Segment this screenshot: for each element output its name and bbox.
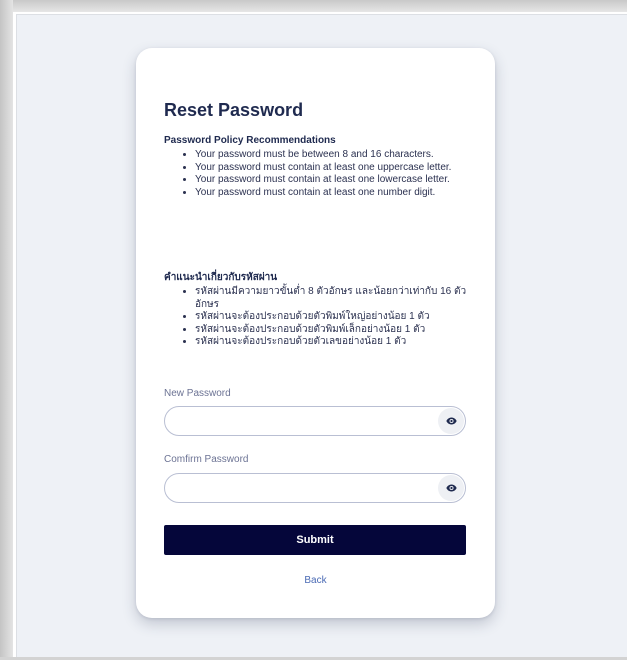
back-link[interactable]: Back [136, 575, 495, 586]
eye-icon [445, 417, 457, 425]
password-policy-english: Password Policy Recommendations Your pas… [164, 134, 474, 199]
new-password-input[interactable] [177, 413, 431, 431]
policy-item: รหัสผ่านจะต้องประกอบด้วยตัวพิมพ์ใหญ่อย่า… [195, 311, 474, 324]
policy-item: รหัสผ่านมีความยาวขั้นต่ำ 8 ตัวอักษร และน… [195, 286, 474, 311]
policy-item: Your password must be between 8 and 16 c… [195, 149, 474, 162]
policy-heading-thai: คำแนะนำเกี่ยวกับรหัสผ่าน [164, 272, 278, 283]
policy-item: รหัสผ่านจะต้องประกอบด้วยตัวพิมพ์เล็กอย่า… [195, 324, 474, 337]
password-policy-thai: คำแนะนำเกี่ยวกับรหัสผ่าน รหัสผ่านมีความย… [164, 271, 474, 349]
eye-icon [445, 484, 457, 492]
window-shadow-left [0, 0, 13, 660]
policy-item: Your password must contain at least one … [195, 162, 474, 175]
policy-item: Your password must contain at least one … [195, 187, 474, 200]
screenshot-frame: Reset Password Password Policy Recommend… [0, 0, 627, 660]
confirm-password-field [164, 473, 466, 503]
reset-password-card: Reset Password Password Policy Recommend… [136, 48, 495, 618]
policy-list-thai: รหัสผ่านมีความยาวขั้นต่ำ 8 ตัวอักษร และน… [164, 286, 474, 349]
policy-list-english: Your password must be between 8 and 16 c… [164, 149, 474, 199]
page-background: Reset Password Password Policy Recommend… [16, 14, 627, 657]
confirm-password-label: Comfirm Password [164, 454, 249, 465]
policy-item: รหัสผ่านจะต้องประกอบด้วยตัวเลขอย่างน้อย … [195, 336, 474, 349]
new-password-label: New Password [164, 388, 231, 399]
confirm-password-input[interactable] [177, 480, 431, 498]
submit-button[interactable]: Submit [164, 525, 466, 555]
show-new-password-button[interactable] [438, 408, 464, 434]
policy-item: Your password must contain at least one … [195, 174, 474, 187]
policy-heading-english: Password Policy Recommendations [164, 135, 336, 146]
window-shadow-top [0, 0, 627, 12]
new-password-field [164, 406, 466, 436]
show-confirm-password-button[interactable] [438, 475, 464, 501]
page-title: Reset Password [164, 100, 304, 120]
